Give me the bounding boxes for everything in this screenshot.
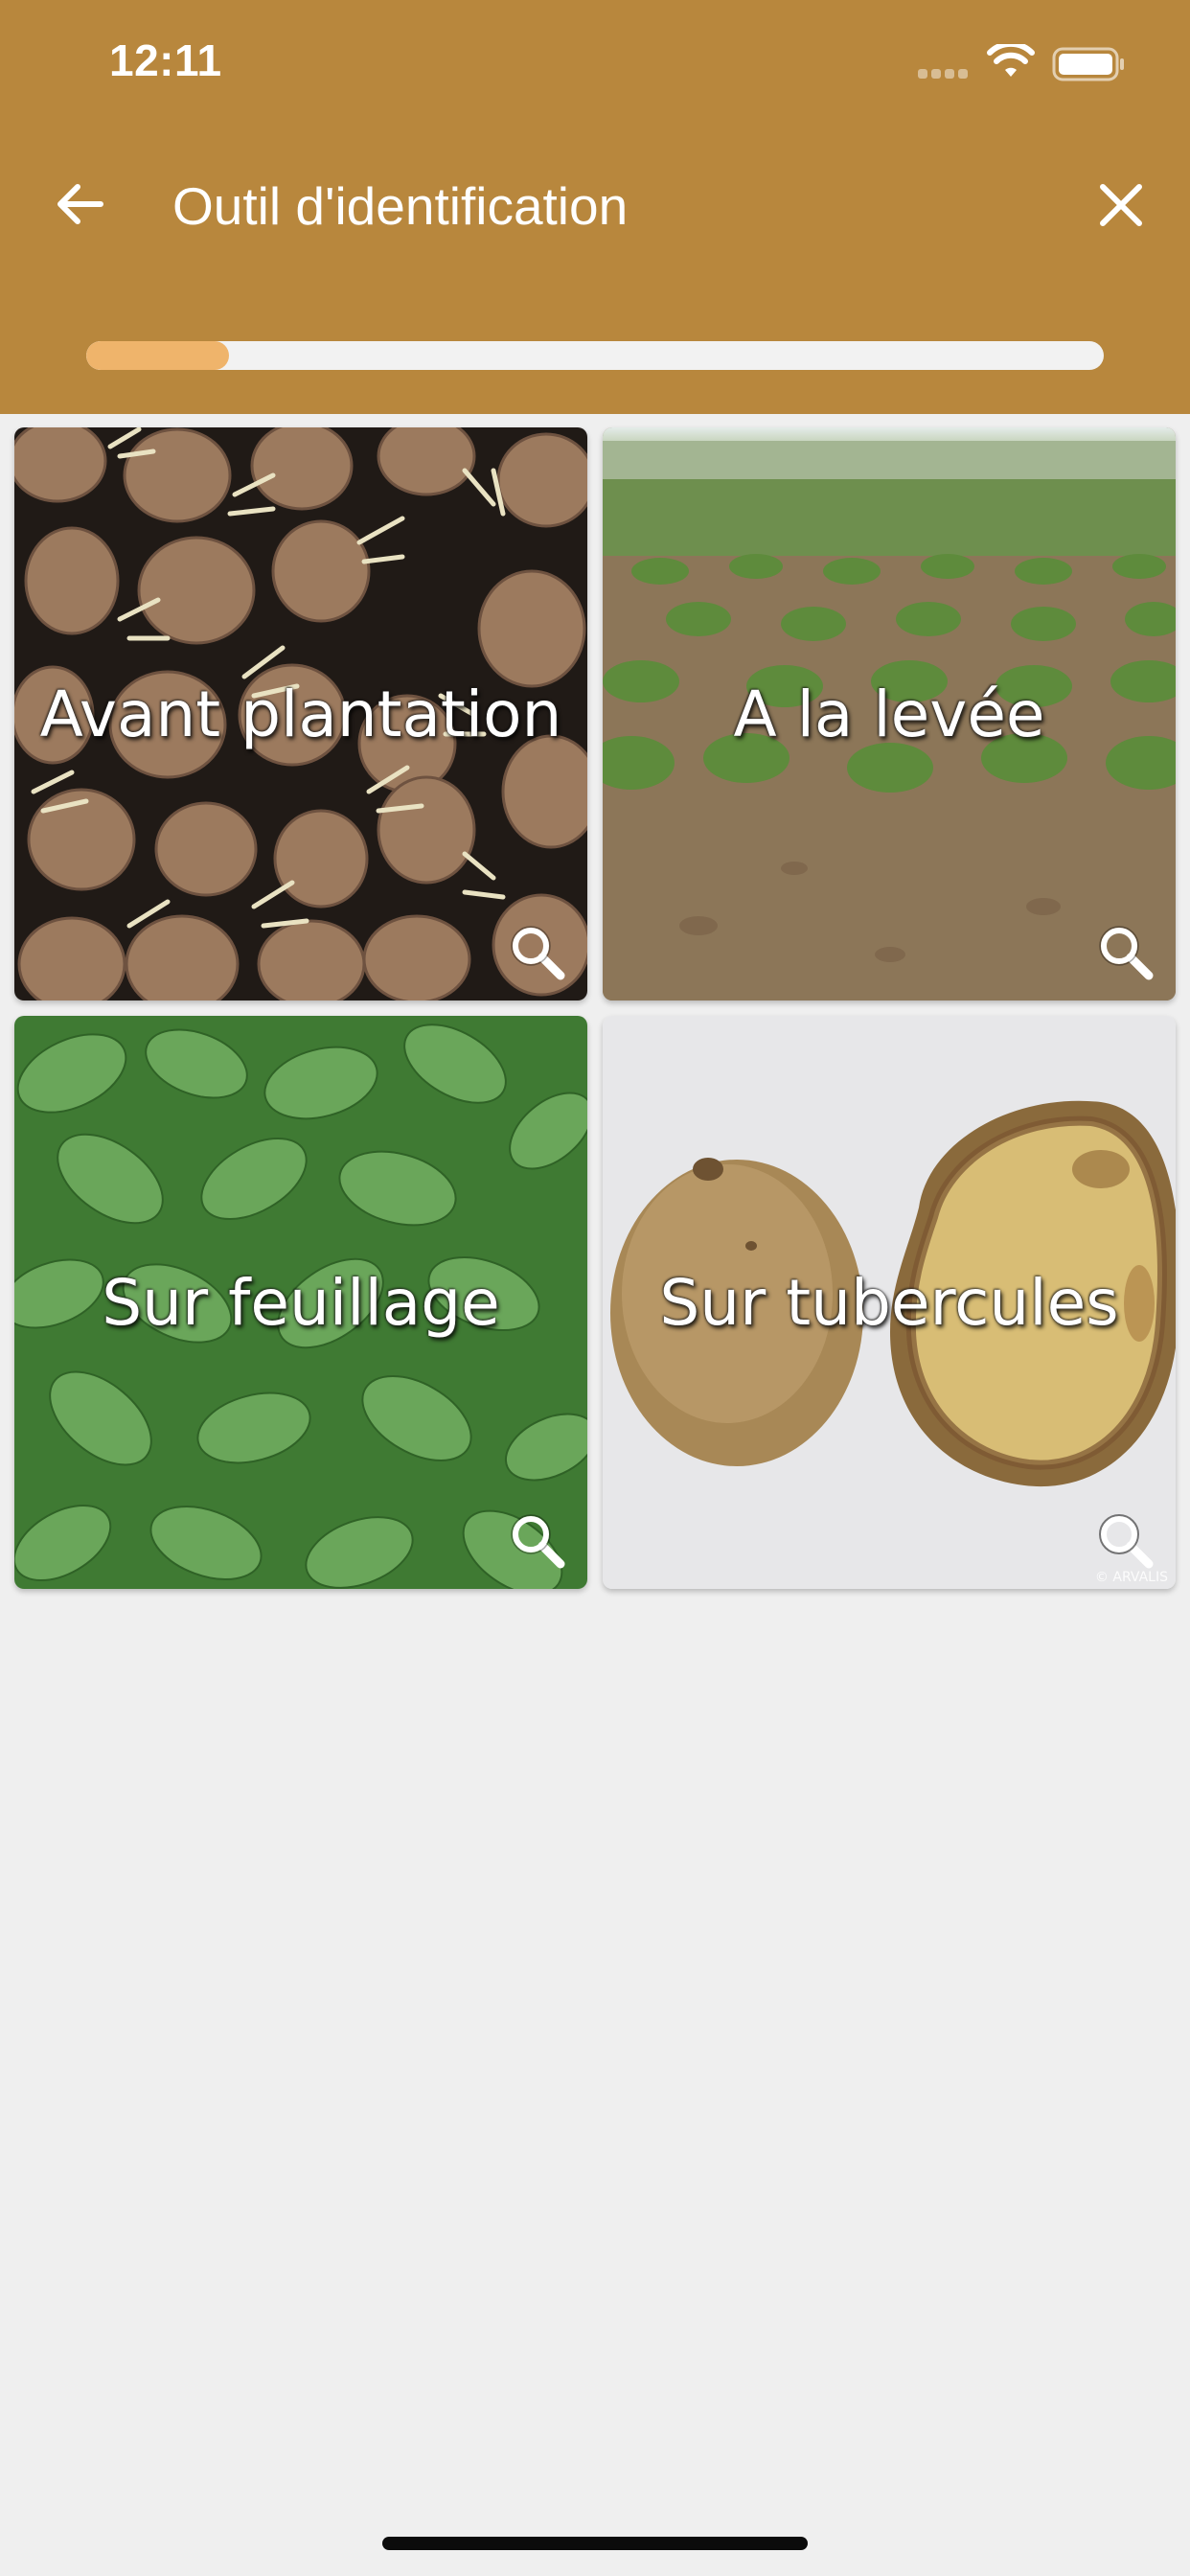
progress-bar — [86, 341, 1104, 370]
wifi-icon — [987, 44, 1035, 77]
magnifier-icon — [1099, 926, 1154, 980]
close-button[interactable] — [1088, 172, 1154, 238]
tile-sur-tubercules[interactable]: Sur tubercules © ARVALIS — [603, 1016, 1176, 1589]
tile-a-la-levee[interactable]: A la levée — [603, 427, 1176, 1000]
tile-label: Sur feuillage — [102, 1265, 500, 1340]
status-time: 12:11 — [109, 35, 222, 85]
magnifier-icon — [511, 926, 565, 980]
tile-sur-feuillage[interactable]: Sur feuillage — [14, 1016, 587, 1589]
page-title: Outil d'identification — [172, 176, 629, 236]
magnifier-icon — [1099, 1514, 1154, 1569]
home-indicator[interactable] — [382, 2537, 808, 2550]
arrow-left-icon — [57, 184, 103, 224]
app-header: 12:11 Outil d'identification — [0, 0, 1190, 414]
tile-label: A la levée — [733, 677, 1045, 751]
image-credit: © ARVALIS — [1094, 1570, 1168, 1585]
cellular-signal-icon — [918, 67, 968, 80]
battery-icon — [1052, 47, 1124, 81]
tile-avant-plantation[interactable]: Avant plantation — [14, 427, 587, 1000]
magnifier-icon — [511, 1514, 565, 1569]
close-icon — [1100, 184, 1142, 226]
tile-label: Avant plantation — [39, 677, 562, 751]
tile-label: Sur tubercules — [659, 1265, 1119, 1340]
progress-fill — [86, 341, 229, 370]
back-button[interactable] — [46, 171, 113, 238]
